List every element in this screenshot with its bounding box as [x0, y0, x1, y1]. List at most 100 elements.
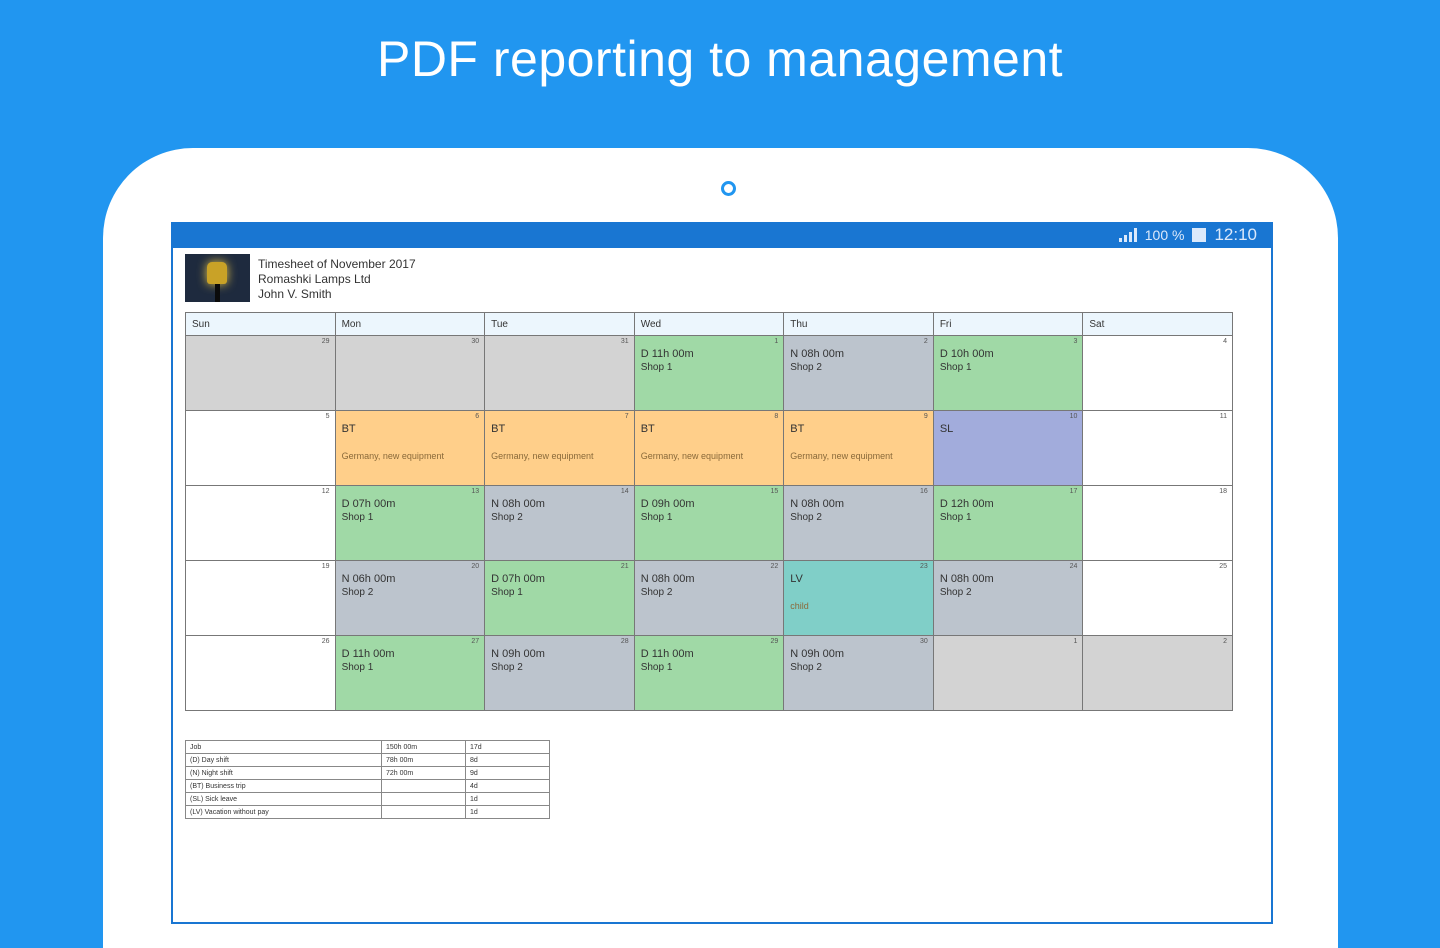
calendar-day-cell: 15 D 09h 00m Shop 1	[633, 485, 785, 561]
page-headline: PDF reporting to management	[376, 31, 1064, 87]
day-number: 26	[321, 638, 330, 645]
shift-code: BT	[640, 423, 655, 435]
weekday-header: Tue	[484, 312, 635, 336]
day-number: 30	[471, 338, 480, 345]
summary-cell: 9d	[465, 766, 550, 780]
calendar-week: 5 6 BT Germany, new equipment 7 BT Germany, ne…	[185, 410, 1233, 486]
report-title: Timesheet of November 2017	[258, 257, 416, 271]
calendar-day-cell: 2 N 08h 00m Shop 2	[783, 335, 934, 411]
summary-row: Job 150h 00m 17d	[185, 740, 550, 754]
shift-code: D 10h 00m	[939, 348, 994, 360]
shift-code: SL	[939, 423, 954, 435]
summary-cell: (N) Night shift	[185, 766, 382, 780]
shift-code: N 08h 00m	[491, 498, 545, 510]
day-number: 11	[1219, 413, 1227, 420]
summary-row: (BT) Business trip 4d	[185, 779, 550, 793]
shift-code: N 08h 00m	[939, 573, 994, 585]
weekday-header: Wed	[633, 312, 785, 336]
report-employee: John V. Smith	[258, 287, 332, 301]
shift-location: Shop 1	[341, 662, 374, 673]
entry-note: Germany, new equipment	[341, 451, 444, 461]
signal-icon	[1118, 228, 1137, 242]
calendar-day-cell: 14 N 08h 00m Shop 2	[484, 485, 635, 561]
day-number: 28	[620, 638, 629, 645]
calendar-day-cell: 4	[1082, 335, 1233, 411]
shift-code: D 11h 00m	[640, 648, 694, 660]
status-clock: 12:10	[1214, 225, 1257, 244]
summary-cell: 17d	[465, 740, 550, 754]
summary-cell: (SL) Sick leave	[185, 792, 382, 806]
day-number: 22	[770, 563, 779, 570]
shift-location: Shop 1	[939, 512, 972, 523]
calendar-day-cell: 10 SL	[932, 410, 1084, 486]
shift-code: D 09h 00m	[640, 498, 695, 510]
calendar-day-cell: 13 D 07h 00m Shop 1	[334, 485, 486, 561]
shift-location: Shop 1	[491, 587, 523, 598]
day-number: 14	[620, 488, 629, 495]
entry-note: Germany, new equipment	[491, 451, 594, 461]
battery-icon	[1192, 228, 1207, 242]
entry-note: child	[790, 601, 809, 611]
calendar-day-cell: 28 N 09h 00m Shop 2	[484, 635, 635, 711]
calendar-day-cell: 9 BT Germany, new equipment	[783, 410, 934, 486]
summary-cell	[381, 792, 466, 806]
shift-location: Shop 1	[939, 362, 972, 373]
day-number: 29	[770, 638, 779, 645]
calendar-day-cell: 1	[932, 635, 1084, 711]
summary-table: Job 150h 00m 17d (D) Day shift 78h 00m 8d (N) …	[185, 740, 550, 819]
day-number: 30	[920, 638, 928, 645]
day-number: 4	[1223, 338, 1227, 345]
day-number: 7	[624, 413, 629, 420]
summary-cell: (D) Day shift	[185, 753, 382, 767]
shift-location: Shop 1	[640, 512, 673, 523]
day-number: 10	[1069, 413, 1078, 420]
summary-row: (N) Night shift 72h 00m 9d	[185, 766, 550, 780]
day-number: 5	[325, 413, 330, 420]
shift-code: N 08h 00m	[790, 498, 845, 510]
shift-location: Shop 2	[341, 587, 374, 598]
calendar-day-cell: 7 BT Germany, new equipment	[484, 410, 635, 486]
shift-location: Shop 1	[341, 512, 374, 523]
summary-row: (D) Day shift 78h 00m 8d	[185, 753, 550, 767]
shift-location: Shop 2	[491, 662, 523, 673]
summary-cell: 72h 00m	[381, 766, 466, 780]
calendar-day-cell: 30 N 09h 00m Shop 2	[783, 635, 934, 711]
shift-code: BT	[341, 423, 356, 435]
calendar-day-cell: 26	[185, 635, 336, 711]
calendar-day-cell: 11	[1082, 410, 1233, 486]
day-number: 31	[620, 338, 629, 345]
shift-location: Shop 2	[640, 587, 673, 598]
report-header: Timesheet of November 2017 Romashki Lamp…	[185, 254, 416, 302]
calendar-day-cell: 22 N 08h 00m Shop 2	[633, 560, 785, 636]
shift-code: D 07h 00m	[491, 573, 545, 585]
day-number: 27	[471, 638, 480, 645]
weekday-header: Thu	[783, 312, 934, 336]
entry-note: Germany, new equipment	[640, 451, 744, 461]
calendar-day-cell: 24 N 08h 00m Shop 2	[932, 560, 1084, 636]
summary-row: (SL) Sick leave 1d	[185, 792, 550, 806]
day-number: 25	[1219, 563, 1227, 570]
tablet-screen: 100 % 12:10 Timesheet of November 2017 R…	[171, 222, 1273, 924]
calendar-day-cell: 2	[1082, 635, 1233, 711]
day-number: 23	[920, 563, 928, 570]
calendar-day-cell: 5	[185, 410, 336, 486]
calendar-day-cell: 12	[185, 485, 336, 561]
battery-percent: 100 %	[1144, 227, 1185, 243]
day-number: 20	[471, 563, 480, 570]
calendar-day-cell: 30	[334, 335, 486, 411]
shift-code: LV	[790, 573, 803, 585]
report-company: Romashki Lamps Ltd	[258, 272, 371, 286]
calendar-day-cell: 6 BT Germany, new equipment	[334, 410, 486, 486]
day-number: 6	[475, 413, 480, 420]
calendar-day-cell: 20 N 06h 00m Shop 2	[334, 560, 486, 636]
calendar-day-cell: 3 D 10h 00m Shop 1	[932, 335, 1084, 411]
day-number: 21	[620, 563, 629, 570]
lamp-icon	[207, 262, 227, 284]
shift-code: N 09h 00m	[790, 648, 845, 660]
day-number: 17	[1069, 488, 1078, 495]
summary-cell: (LV) Vacation without pay	[185, 805, 382, 819]
calendar-week: 26 27 D 11h 00m Shop 1 28 N 09h 00m Shop 2 29 D …	[185, 635, 1233, 711]
weekday-header: Sun	[185, 312, 336, 336]
shift-code: D 11h 00m	[640, 348, 694, 360]
summary-cell: 78h 00m	[381, 753, 466, 767]
